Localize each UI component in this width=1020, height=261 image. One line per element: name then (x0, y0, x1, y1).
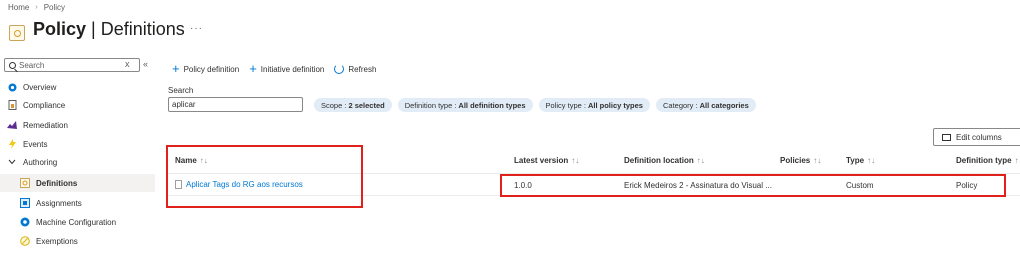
chevron-down-icon (7, 157, 17, 167)
filter-pill-scope[interactable]: Scope : 2 selected (314, 98, 392, 112)
search-input[interactable] (168, 97, 303, 112)
assignments-icon (20, 198, 30, 208)
plus-icon: + (249, 61, 257, 76)
columns-icon (942, 133, 951, 141)
plus-icon: + (172, 61, 180, 76)
policy-icon (9, 25, 25, 41)
remediation-icon (7, 120, 17, 130)
column-header-latest-version[interactable]: Latest version ↑↓ (514, 156, 579, 165)
sidebar-item-authoring[interactable]: Authoring (0, 153, 155, 171)
annotation-box-row (500, 174, 1006, 197)
breadcrumb-home[interactable]: Home (8, 3, 29, 12)
refresh-icon (334, 64, 345, 74)
annotation-box-name (166, 145, 363, 208)
sidebar-item-assignments[interactable]: Assignments (0, 194, 155, 212)
page-title: Policy | Definitions (33, 19, 185, 39)
compliance-icon (7, 100, 17, 110)
command-bar: + Policy definition + Initiative definit… (172, 61, 376, 76)
breadcrumb-policy[interactable]: Policy (44, 3, 65, 12)
policy-definition-button[interactable]: + Policy definition (172, 61, 239, 76)
filter-pill-category[interactable]: Category : All categories (655, 98, 756, 112)
breadcrumb: Home › Policy (8, 3, 65, 12)
more-options-icon[interactable]: ··· (190, 23, 203, 34)
search-label: Search (168, 86, 194, 95)
filter-pills: Scope : 2 selected Definition type : All… (314, 98, 756, 112)
sidebar-item-compliance[interactable]: Compliance (0, 96, 155, 114)
overview-icon (7, 82, 17, 92)
exemptions-icon (20, 236, 30, 246)
sidebar-item-remediation[interactable]: Remediation (0, 116, 155, 134)
sidebar-item-machine-configuration[interactable]: Machine Configuration (0, 213, 155, 231)
column-header-type[interactable]: Type ↑↓ (846, 156, 875, 165)
sidebar-item-overview[interactable]: Overview (0, 78, 155, 96)
column-header-definition-type[interactable]: Definition type↑↓ (956, 156, 1020, 165)
initiative-definition-button[interactable]: + Initiative definition (249, 61, 324, 76)
collapse-sidebar-icon[interactable]: « (143, 59, 148, 69)
machine-config-icon (20, 217, 30, 227)
sidebar-item-definitions[interactable]: Definitions (0, 174, 155, 192)
search-icon (9, 61, 16, 69)
sidebar-search-input[interactable]: Search (4, 58, 140, 72)
refresh-button[interactable]: Refresh (334, 64, 376, 74)
column-header-definition-location[interactable]: Definition location ↑↓ (624, 156, 705, 165)
sidebar-item-events[interactable]: Events (0, 135, 155, 153)
filter-pill-policy-type[interactable]: Policy type : All policy types (538, 98, 650, 112)
edit-columns-button[interactable]: Edit columns (933, 128, 1020, 146)
filter-pill-definition-type[interactable]: Definition type : All definition types (397, 98, 533, 112)
clear-search-icon[interactable]: x (125, 59, 130, 69)
column-header-policies[interactable]: Policies ↑↓ (780, 156, 821, 165)
lightning-icon (7, 139, 17, 149)
sidebar-item-exemptions[interactable]: Exemptions (0, 232, 155, 250)
definitions-icon (20, 178, 30, 188)
breadcrumb-separator: › (35, 4, 38, 11)
